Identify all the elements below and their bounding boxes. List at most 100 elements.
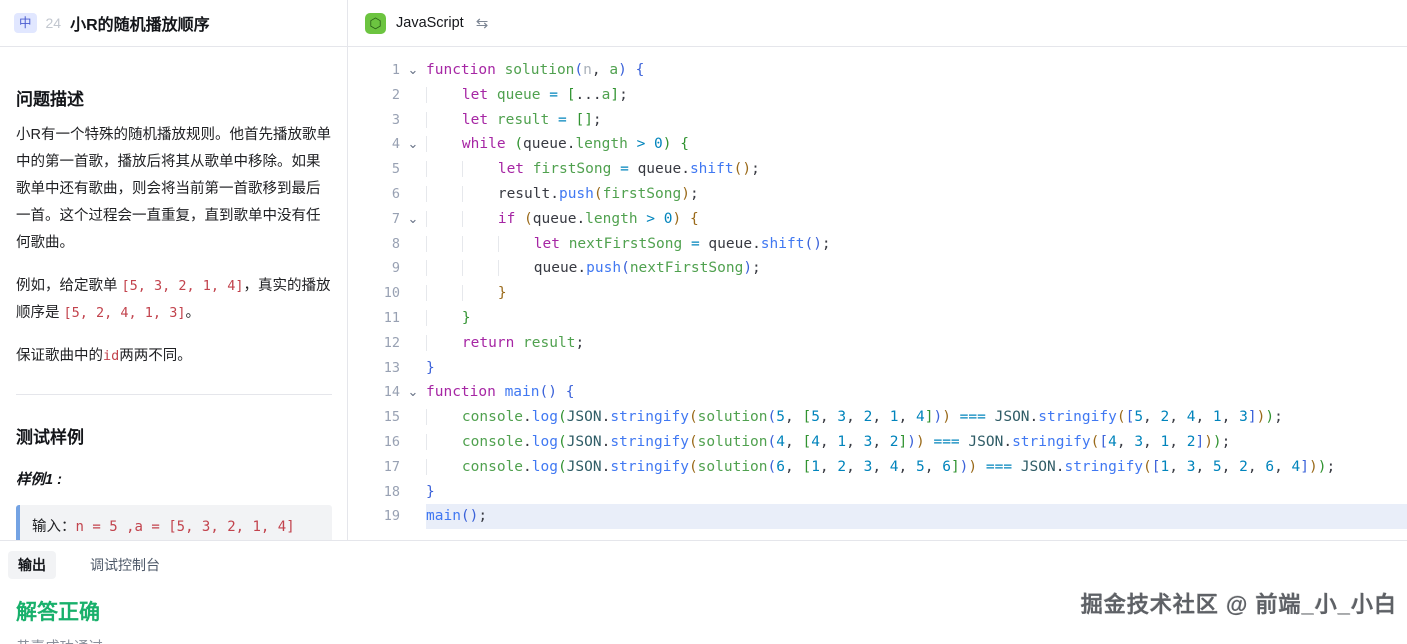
code-line-content: } xyxy=(426,356,1407,381)
problem-title: 小R的随机播放顺序 xyxy=(70,11,210,35)
code-line[interactable]: 5 let firstSong = queue.shift(); xyxy=(348,157,1407,182)
code-editor[interactable]: 1⌄function solution(n, a) {2 let queue =… xyxy=(348,47,1407,540)
code-line[interactable]: 8 let nextFirstSong = queue.shift(); xyxy=(348,232,1407,257)
sample1-box: 输入：n = 5 ,a = [5, 3, 2, 1, 4] 输出：[5, 2, … xyxy=(16,505,332,540)
code-line-content: } xyxy=(426,480,1407,505)
code-line[interactable]: 6 result.push(firstSong); xyxy=(348,182,1407,207)
main-area: 中 24 小R的随机播放顺序 问题描述 小R有一个特殊的随机播放规则。他首先播放… xyxy=(0,0,1407,540)
line-number: 1 xyxy=(348,58,400,83)
code-line[interactable]: 13 } xyxy=(348,356,1407,381)
line-number: 3 xyxy=(348,108,400,133)
code-line[interactable]: 9 queue.push(nextFirstSong); xyxy=(348,256,1407,281)
code-line[interactable]: 11 } xyxy=(348,306,1407,331)
line-number: 6 xyxy=(348,182,400,207)
code-line[interactable]: 1⌄function solution(n, a) { xyxy=(348,58,1407,83)
line-number: 16 xyxy=(348,430,400,455)
code-line[interactable]: 7⌄ if (queue.length > 0) { xyxy=(348,207,1407,232)
problem-body[interactable]: 问题描述 小R有一个特殊的随机播放规则。他首先播放歌单中的第一首歌，播放后将其从… xyxy=(0,47,347,540)
code-line-content: let nextFirstSong = queue.shift(); xyxy=(426,232,1407,257)
code-line[interactable]: 3 let result = []; xyxy=(348,108,1407,133)
code-line[interactable]: 19 main(); xyxy=(348,504,1407,529)
code-line-content: if (queue.length > 0) { xyxy=(426,207,1407,232)
code-line[interactable]: 12 return result; xyxy=(348,331,1407,356)
tab-output[interactable]: 输出 xyxy=(8,551,56,579)
code-line[interactable]: 15 console.log(JSON.stringify(solution(5… xyxy=(348,405,1407,430)
code-line[interactable]: 14⌄function main() { xyxy=(348,380,1407,405)
problem-panel: 中 24 小R的随机播放顺序 问题描述 小R有一个特殊的随机播放规则。他首先播放… xyxy=(0,0,348,540)
fold-spacer xyxy=(400,331,426,356)
line-number: 18 xyxy=(348,480,400,505)
fold-spacer xyxy=(400,455,426,480)
code-line-content: } xyxy=(426,306,1407,331)
fold-spacer xyxy=(400,306,426,331)
code-line-content: console.log(JSON.stringify(solution(5, [… xyxy=(426,405,1407,430)
line-number: 17 xyxy=(348,455,400,480)
samples-heading: 测试样例 xyxy=(16,423,332,448)
code-line-content: result.push(firstSong); xyxy=(426,182,1407,207)
code-line-content: queue.push(nextFirstSong); xyxy=(426,256,1407,281)
fold-spacer xyxy=(400,504,426,529)
code-line[interactable]: 18 } xyxy=(348,480,1407,505)
code-line-content: function main() { xyxy=(426,380,1407,405)
line-number: 19 xyxy=(348,504,400,529)
difficulty-badge: 中 xyxy=(14,13,37,34)
line-number: 7 xyxy=(348,207,400,232)
line-number: 11 xyxy=(348,306,400,331)
description-heading: 问题描述 xyxy=(16,85,332,110)
fold-chevron-icon[interactable]: ⌄ xyxy=(400,58,426,83)
code-line-content: console.log(JSON.stringify(solution(4, [… xyxy=(426,430,1407,455)
code-line[interactable]: 10 } xyxy=(348,281,1407,306)
line-number: 5 xyxy=(348,157,400,182)
line-number: 9 xyxy=(348,256,400,281)
fold-spacer xyxy=(400,83,426,108)
code-line-content: } xyxy=(426,281,1407,306)
watermark: 掘金技术社区 @ 前端_小_小白 xyxy=(1081,587,1397,619)
code-line-content: let result = []; xyxy=(426,108,1407,133)
line-number: 14 xyxy=(348,380,400,405)
problem-number: 24 xyxy=(46,15,62,31)
editor-header: ⬡ JavaScript ⇆ xyxy=(348,0,1407,47)
fold-chevron-icon[interactable]: ⌄ xyxy=(400,132,426,157)
tab-debug-console[interactable]: 调试控制台 xyxy=(80,551,170,579)
switch-language-icon[interactable]: ⇆ xyxy=(476,14,489,32)
code-line[interactable]: 2 let queue = [...a]; xyxy=(348,83,1407,108)
problem-header: 中 24 小R的随机播放顺序 xyxy=(0,0,347,47)
code-line-content: let firstSong = queue.shift(); xyxy=(426,157,1407,182)
code-line[interactable]: 17 console.log(JSON.stringify(solution(6… xyxy=(348,455,1407,480)
fold-spacer xyxy=(400,108,426,133)
description-paragraph: 例如，给定歌单 [5, 3, 2, 1, 4]，真实的播放顺序是 [5, 2, … xyxy=(16,273,332,327)
fold-chevron-icon[interactable]: ⌄ xyxy=(400,207,426,232)
code-line-content: while (queue.length > 0) { xyxy=(426,132,1407,157)
line-number: 4 xyxy=(348,132,400,157)
line-number: 12 xyxy=(348,331,400,356)
editor-panel: ⬡ JavaScript ⇆ 1⌄function solution(n, a)… xyxy=(348,0,1407,540)
fold-spacer xyxy=(400,405,426,430)
code-lines: 1⌄function solution(n, a) {2 let queue =… xyxy=(348,58,1407,529)
code-line[interactable]: 16 console.log(JSON.stringify(solution(4… xyxy=(348,430,1407,455)
javascript-icon: ⬡ xyxy=(365,13,386,34)
line-number: 2 xyxy=(348,83,400,108)
language-label: JavaScript xyxy=(396,15,464,31)
line-number: 13 xyxy=(348,356,400,381)
app-window: 中 24 小R的随机播放顺序 问题描述 小R有一个特殊的随机播放规则。他首先播放… xyxy=(0,0,1407,644)
code-line-content: function solution(n, a) { xyxy=(426,58,1407,83)
fold-spacer xyxy=(400,182,426,207)
fold-spacer xyxy=(400,480,426,505)
code-line[interactable]: 4⌄ while (queue.length > 0) { xyxy=(348,132,1407,157)
fold-spacer xyxy=(400,430,426,455)
code-line-content: let queue = [...a]; xyxy=(426,83,1407,108)
line-number: 10 xyxy=(348,281,400,306)
fold-spacer xyxy=(400,256,426,281)
code-line-content: return result; xyxy=(426,331,1407,356)
inline-code: [5, 2, 4, 1, 3] xyxy=(64,305,186,321)
section-divider xyxy=(16,394,332,395)
sample1-input: 输入：n = 5 ,a = [5, 3, 2, 1, 4] xyxy=(32,514,320,540)
fold-chevron-icon[interactable]: ⌄ xyxy=(400,380,426,405)
output-panel: 输出 调试控制台 解答正确 恭喜成功通过 掘金技术社区 @ 前端_小_小白 xyxy=(0,540,1407,644)
fold-spacer xyxy=(400,356,426,381)
description-paragraph: 小R有一个特殊的随机播放规则。他首先播放歌单中的第一首歌，播放后将其从歌单中移除… xyxy=(16,122,332,257)
sample1-label: 样例1 : xyxy=(16,468,332,489)
code-line-content: main(); xyxy=(426,504,1407,529)
inline-code: [5, 3, 2, 1, 4] xyxy=(122,278,244,294)
code-line-content: console.log(JSON.stringify(solution(6, [… xyxy=(426,455,1407,480)
